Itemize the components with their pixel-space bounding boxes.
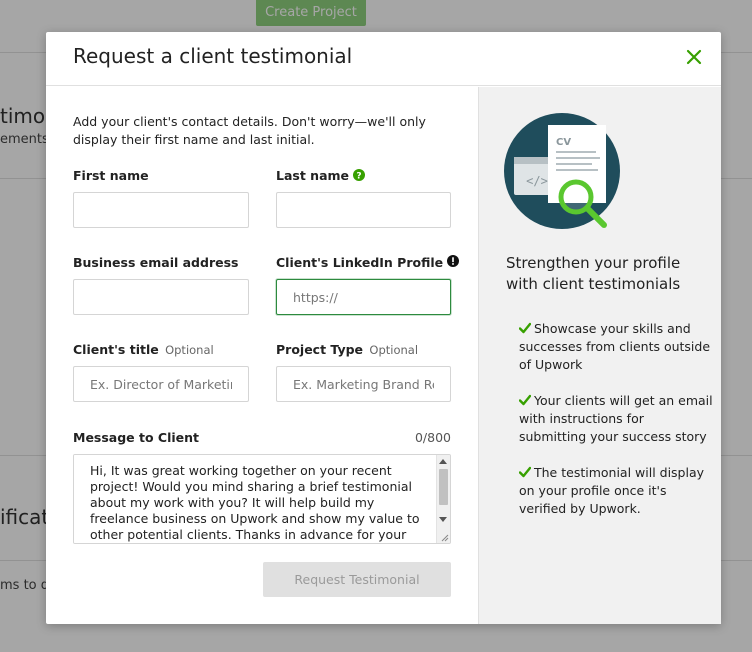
intro-text: Add your client's contact details. Don't… [73,114,426,147]
info-panel: </> CV Strengthen your profile with clie… [478,87,721,624]
linkedin-label: Client's LinkedIn Profile [276,255,460,270]
close-icon [686,49,702,65]
optional-tag: Optional [369,343,419,357]
testimonial-modal: Request a client testimonial Add your cl… [46,32,721,624]
request-testimonial-button[interactable]: Request Testimonial [263,562,451,597]
alert-icon[interactable] [447,255,460,268]
scroll-down-arrow-icon[interactable] [439,517,447,522]
benefit-text: The testimonial will display on your pro… [519,465,705,516]
cv-magnifier-illustration-icon: </> CV [504,113,620,229]
client-title-input[interactable] [73,366,249,402]
first-name-label: First name [73,168,149,183]
list-item: Showcase your skills and successes from … [519,320,714,374]
cv-text: CV [556,137,571,148]
last-name-input[interactable] [276,192,451,228]
svg-text:?: ? [356,171,361,181]
project-type-label: Project Type Optional [276,342,418,357]
sidebar-title: Strengthen your profile with client test… [506,254,681,293]
message-scrollbar[interactable] [436,455,450,543]
last-name-label: Last name? [276,168,366,183]
resize-grip-icon[interactable] [439,532,449,542]
close-button[interactable] [683,46,705,68]
list-item: The testimonial will display on your pro… [519,464,714,518]
message-textarea[interactable]: Hi, It was great working together on you… [74,455,436,543]
list-item: Your clients will get an email with inst… [519,392,714,446]
modal-header: Request a client testimonial [46,32,721,86]
project-type-input[interactable] [276,366,451,402]
check-icon [519,322,531,334]
svg-text:</>: </> [526,174,548,188]
benefit-text: Showcase your skills and successes from … [519,321,711,372]
scroll-up-arrow-icon[interactable] [439,459,447,464]
linkedin-label-text: Client's LinkedIn Profile [276,255,444,270]
project-type-label-text: Project Type [276,342,364,357]
scroll-thumb[interactable] [439,469,448,505]
client-title-label-text: Client's title [73,342,159,357]
optional-tag: Optional [165,343,214,357]
character-counter: 0/800 [414,430,451,445]
email-label: Business email address [73,255,239,270]
client-title-label: Client's title Optional [73,342,214,357]
message-label: Message to Client [73,430,200,445]
benefit-text: Your clients will get an email with inst… [519,393,713,444]
help-icon[interactable]: ? [353,169,366,181]
form-panel: Add your client's contact details. Don't… [46,87,478,624]
message-box: Hi, It was great working together on you… [73,454,451,544]
check-icon [519,394,531,406]
email-input[interactable] [73,279,249,315]
modal-title: Request a client testimonial [73,44,353,68]
first-name-input[interactable] [73,192,249,228]
benefits-list: Showcase your skills and successes from … [519,320,714,536]
check-icon [519,466,531,478]
linkedin-input[interactable] [276,279,451,315]
last-name-label-text: Last name [276,168,350,183]
